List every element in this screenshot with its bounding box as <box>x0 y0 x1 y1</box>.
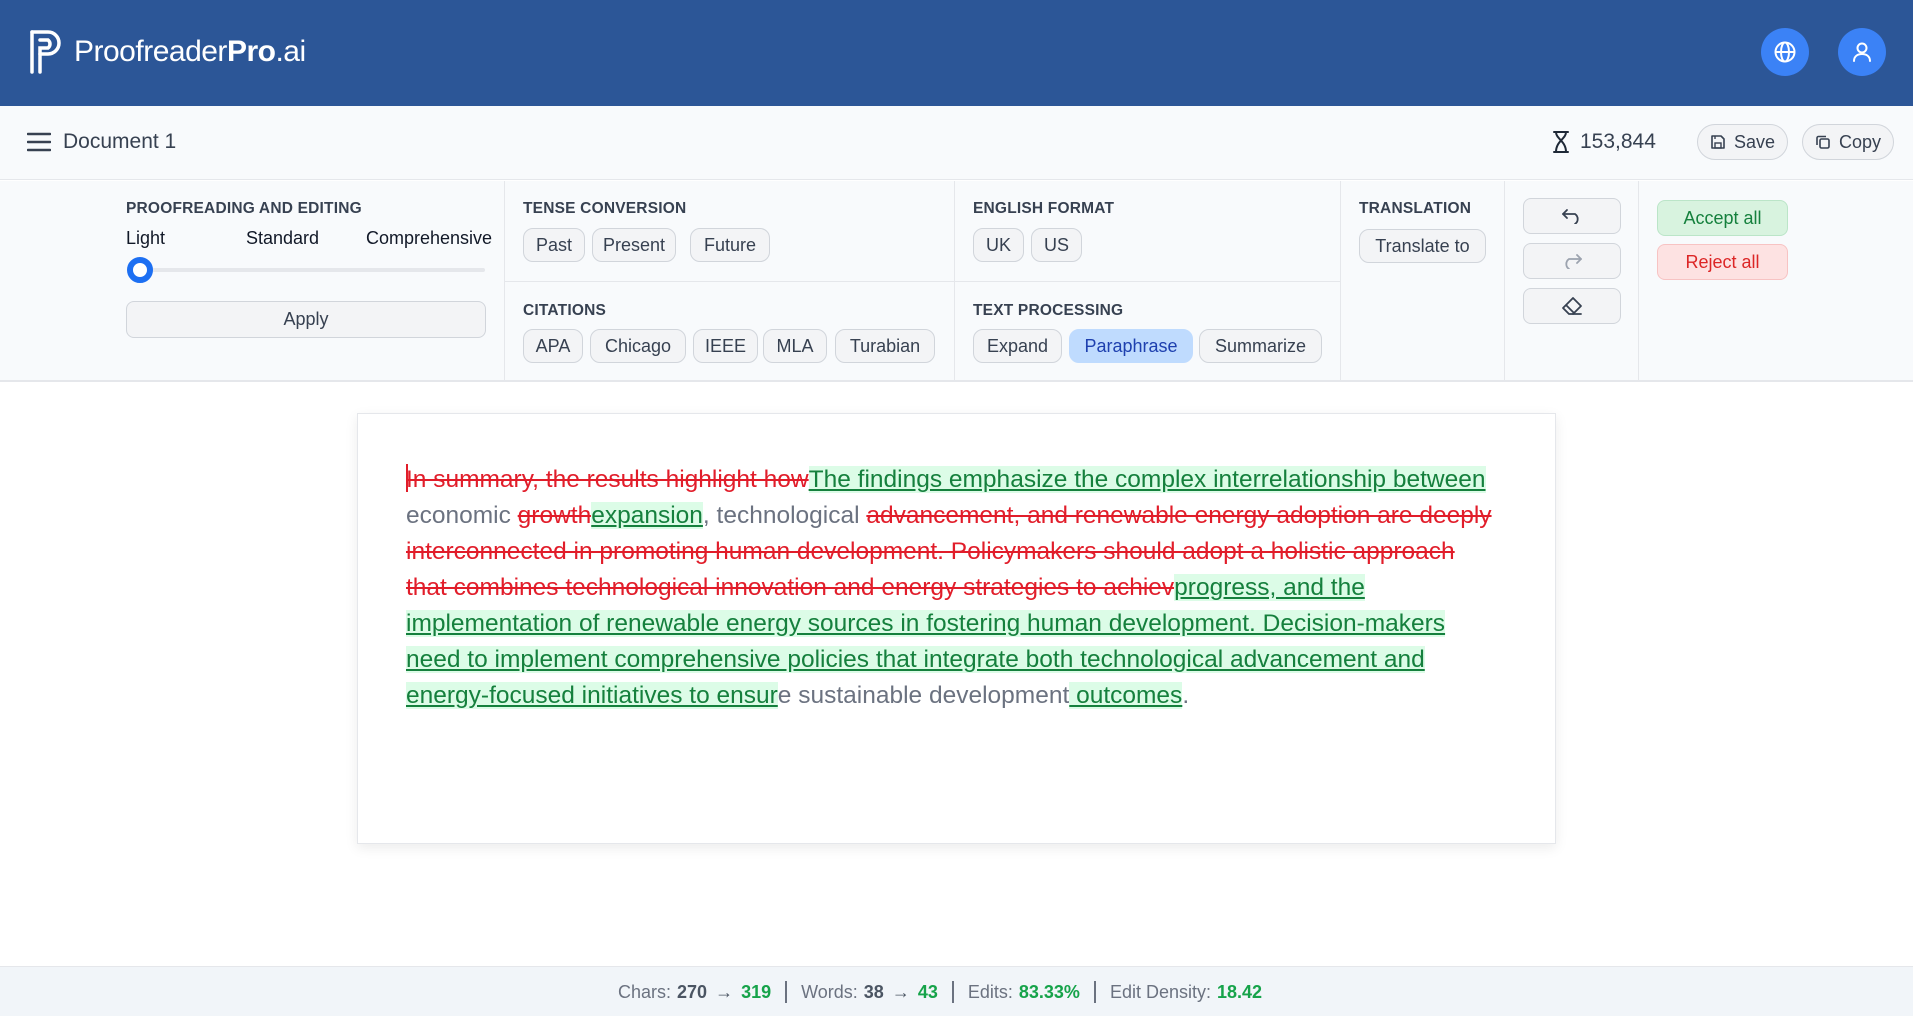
chars-after: 319 <box>741 981 772 1002</box>
copy-label: Copy <box>1839 131 1882 152</box>
level-light[interactable]: Light <box>126 228 165 249</box>
tense-past-button[interactable]: Past <box>523 228 585 262</box>
account-button[interactable] <box>1838 28 1886 76</box>
clear-button[interactable] <box>1523 288 1621 324</box>
unchanged-segment: e sustainable development <box>777 682 1070 709</box>
level-standard[interactable]: Standard <box>246 228 319 249</box>
token-counter: 153,844 <box>1552 130 1656 154</box>
tense-present-button[interactable]: Present <box>592 228 676 262</box>
save-button[interactable]: Save <box>1697 124 1789 160</box>
tense-title: TENSE CONVERSION <box>523 200 687 217</box>
logo-mark-icon <box>30 30 61 74</box>
insertion-segment[interactable]: outcomes <box>1069 682 1183 709</box>
separator <box>951 981 954 1003</box>
chars-label: Chars: <box>618 981 672 1002</box>
document-stats: Chars: 270 → 319 Words: 38 → 43 Edits: 8… <box>618 981 1262 1003</box>
top-header: ProofreaderPro.ai <box>0 0 1913 106</box>
format-uk-button[interactable]: UK <box>973 228 1024 262</box>
text-processing-title: TEXT PROCESSING <box>973 302 1124 319</box>
citations-title: CITATIONS <box>523 302 607 319</box>
reject-all-button[interactable]: Reject all <box>1657 244 1788 280</box>
globe-icon <box>1774 41 1796 63</box>
separator <box>785 981 788 1003</box>
paraphrase-button[interactable]: Paraphrase <box>1069 329 1193 363</box>
separator <box>1093 981 1096 1003</box>
insertion-segment[interactable]: The findings emphasize the complex inter… <box>808 466 1486 493</box>
translation-title: TRANSLATION <box>1359 200 1472 217</box>
expand-button[interactable]: Expand <box>973 329 1062 363</box>
undo-icon <box>1562 209 1579 224</box>
hamburger-menu-icon[interactable] <box>27 132 51 152</box>
eraser-icon <box>1562 297 1582 315</box>
accept-all-button[interactable]: Accept all <box>1657 200 1788 236</box>
undo-button[interactable] <box>1523 198 1621 234</box>
unchanged-segment: , technological <box>702 502 867 529</box>
words-before: 38 <box>863 981 884 1002</box>
hourglass-icon <box>1553 131 1569 153</box>
document-bar: Document 1 153,844 Save Copy <box>0 106 1913 180</box>
divider <box>1638 181 1639 382</box>
user-icon <box>1853 42 1871 62</box>
deletion-segment[interactable]: In summary, the results highlight how <box>406 466 809 493</box>
copy-icon <box>1816 135 1830 149</box>
unchanged-segment: economic <box>406 502 518 529</box>
deletion-segment[interactable]: growth <box>518 502 592 529</box>
redo-button[interactable] <box>1523 243 1621 279</box>
edits-value: 83.33% <box>1018 981 1080 1002</box>
tense-future-button[interactable]: Future <box>690 228 770 262</box>
redo-icon <box>1565 254 1582 269</box>
document-editor[interactable]: In summary, the results highlight howThe… <box>357 413 1556 844</box>
citation-mla-button[interactable]: MLA <box>763 329 827 363</box>
brand-name: ProofreaderPro.ai <box>74 35 306 68</box>
citation-chicago-button[interactable]: Chicago <box>590 329 686 363</box>
floppy-disk-icon <box>1711 135 1725 149</box>
proofreading-level-slider[interactable] <box>127 268 485 272</box>
words-after: 43 <box>917 981 938 1002</box>
citation-apa-button[interactable]: APA <box>523 329 583 363</box>
save-label: Save <box>1734 131 1776 152</box>
english-format-title: ENGLISH FORMAT <box>973 200 1115 217</box>
stats-footer: Chars: 270 → 319 Words: 38 → 43 Edits: 8… <box>0 966 1913 1016</box>
words-label: Words: <box>801 981 858 1002</box>
editor-content[interactable]: In summary, the results highlight howThe… <box>406 462 1496 714</box>
copy-button[interactable]: Copy <box>1802 124 1895 160</box>
density-value: 18.42 <box>1217 981 1263 1002</box>
token-count: 153,844 <box>1580 130 1656 153</box>
divider <box>505 281 1340 282</box>
divider <box>1340 181 1341 382</box>
density-label: Edit Density: <box>1109 981 1211 1002</box>
proofreading-title: PROOFREADING AND EDITING <box>126 200 362 217</box>
document-title[interactable]: Document 1 <box>63 130 176 154</box>
arrow-right-icon: → <box>891 981 910 1002</box>
summarize-button[interactable]: Summarize <box>1199 329 1322 363</box>
citation-turabian-button[interactable]: Turabian <box>835 329 935 363</box>
divider <box>1504 181 1505 382</box>
slider-thumb[interactable] <box>127 257 153 283</box>
apply-button[interactable]: Apply <box>126 301 486 338</box>
brand-logo[interactable]: ProofreaderPro.ai <box>28 28 306 76</box>
edits-label: Edits: <box>967 981 1013 1002</box>
translate-to-button[interactable]: Translate to <box>1359 229 1486 263</box>
unchanged-segment: . <box>1182 682 1190 709</box>
insertion-segment[interactable]: expansion <box>591 502 703 529</box>
chars-before: 270 <box>677 981 708 1002</box>
arrow-right-icon: → <box>715 981 734 1002</box>
format-us-button[interactable]: US <box>1031 228 1082 262</box>
language-button[interactable] <box>1761 28 1809 76</box>
citation-ieee-button[interactable]: IEEE <box>693 329 758 363</box>
level-comprehensive[interactable]: Comprehensive <box>366 228 492 249</box>
